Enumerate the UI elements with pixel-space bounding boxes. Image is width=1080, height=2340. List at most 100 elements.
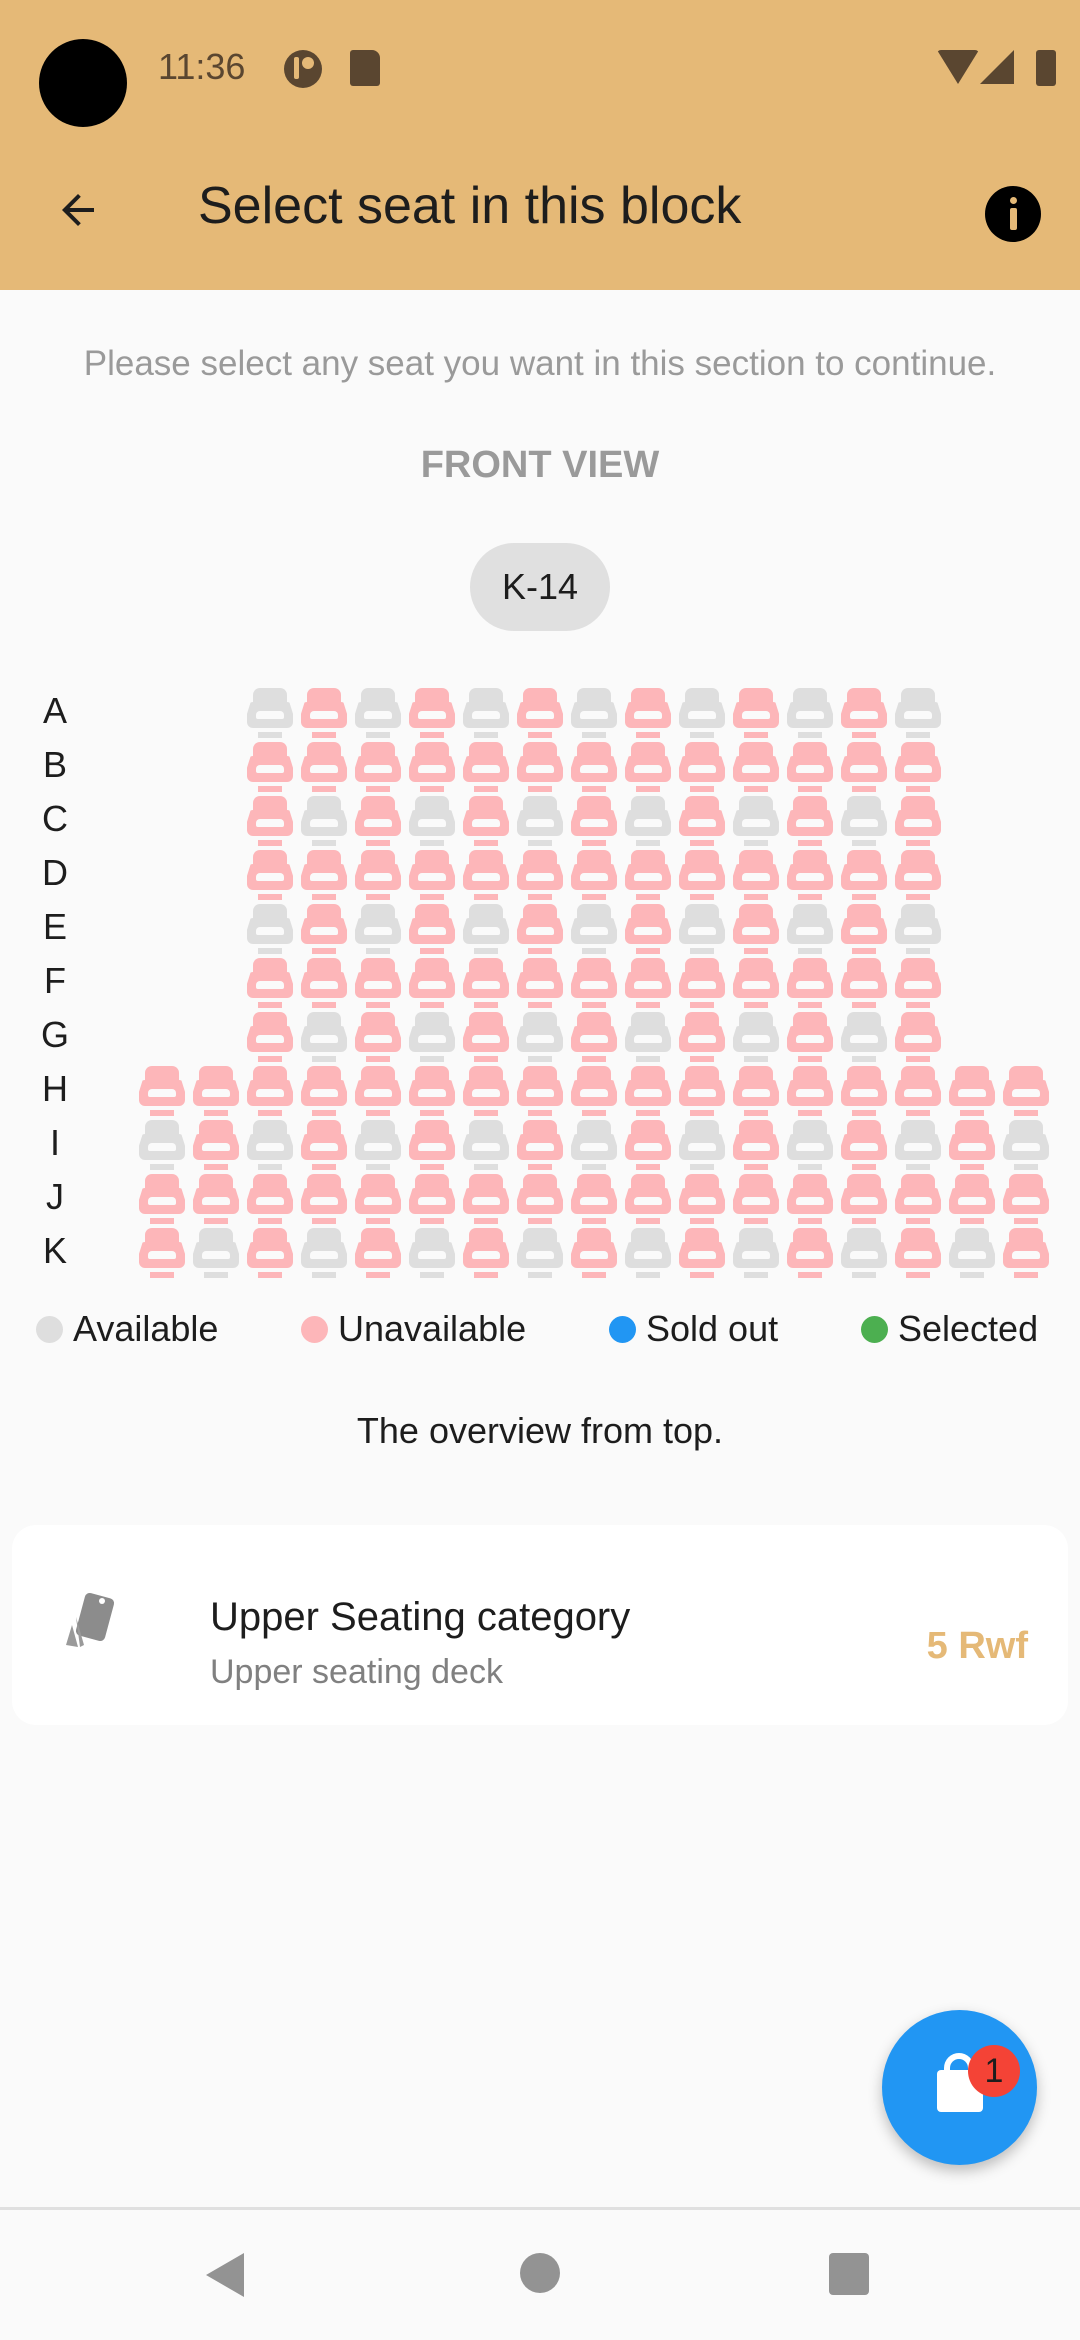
seat-E-9-available[interactable] xyxy=(571,904,617,954)
seat-A-9-available[interactable] xyxy=(571,688,617,738)
seat-H-12-unavailable xyxy=(733,1066,779,1116)
seat-H-3-unavailable xyxy=(247,1066,293,1116)
cart-badge: 1 xyxy=(968,2045,1020,2097)
seat-A-10-unavailable xyxy=(625,688,671,738)
seat-H-10-unavailable xyxy=(625,1066,671,1116)
seat-A-6-unavailable xyxy=(409,688,455,738)
seat-C-7-unavailable xyxy=(463,796,509,846)
seat-I-7-available[interactable] xyxy=(463,1120,509,1170)
nav-home-icon[interactable] xyxy=(520,2253,560,2293)
seat-E-15-available[interactable] xyxy=(895,904,941,954)
seat-K-6-available[interactable] xyxy=(409,1228,455,1278)
seat-B-11-unavailable xyxy=(679,742,725,792)
seat-J-14-unavailable xyxy=(841,1174,887,1224)
category-card[interactable]: Upper Seating category Upper seating dec… xyxy=(12,1525,1068,1725)
seat-J-12-unavailable xyxy=(733,1174,779,1224)
seat-G-8-available[interactable] xyxy=(517,1012,563,1062)
seat-A-11-available[interactable] xyxy=(679,688,725,738)
seat-K-8-available[interactable] xyxy=(517,1228,563,1278)
seat-I-13-available[interactable] xyxy=(787,1120,833,1170)
seat-I-11-available[interactable] xyxy=(679,1120,725,1170)
info-icon[interactable] xyxy=(985,186,1041,242)
seat-B-5-unavailable xyxy=(355,742,401,792)
seat-G-12-available[interactable] xyxy=(733,1012,779,1062)
seat-C-4-available[interactable] xyxy=(301,796,347,846)
seat-D-11-unavailable xyxy=(679,850,725,900)
seat-E-4-unavailable xyxy=(301,904,347,954)
legend-dot-icon xyxy=(36,1315,63,1343)
seat-I-4-unavailable xyxy=(301,1120,347,1170)
seat-C-8-available[interactable] xyxy=(517,796,563,846)
row-label-e: E xyxy=(42,906,67,947)
seat-I-5-available[interactable] xyxy=(355,1120,401,1170)
seat-A-13-available[interactable] xyxy=(787,688,833,738)
seat-K-16-available[interactable] xyxy=(949,1228,995,1278)
seat-C-11-unavailable xyxy=(679,796,725,846)
seat-K-4-available[interactable] xyxy=(301,1228,347,1278)
seat-C-9-unavailable xyxy=(571,796,617,846)
seat-H-13-unavailable xyxy=(787,1066,833,1116)
seat-C-14-available[interactable] xyxy=(841,796,887,846)
seat-K-2-available[interactable] xyxy=(193,1228,239,1278)
seat-I-9-available[interactable] xyxy=(571,1120,617,1170)
seat-B-10-unavailable xyxy=(625,742,671,792)
seat-F-7-unavailable xyxy=(463,958,509,1008)
seat-E-3-available[interactable] xyxy=(247,904,293,954)
seat-A-5-available[interactable] xyxy=(355,688,401,738)
seat-E-13-available[interactable] xyxy=(787,904,833,954)
seat-H-15-unavailable xyxy=(895,1066,941,1116)
seat-I-1-available[interactable] xyxy=(139,1120,185,1170)
seat-B-12-unavailable xyxy=(733,742,779,792)
cart-button[interactable]: 1 xyxy=(882,2010,1037,2165)
seat-F-10-unavailable xyxy=(625,958,671,1008)
seat-A-7-available[interactable] xyxy=(463,688,509,738)
seat-G-10-available[interactable] xyxy=(625,1012,671,1062)
seat-J-16-unavailable xyxy=(949,1174,995,1224)
seat-D-7-unavailable xyxy=(463,850,509,900)
seat-H-17-unavailable xyxy=(1003,1066,1049,1116)
seat-G-14-available[interactable] xyxy=(841,1012,887,1062)
overview-caption: The overview from top. xyxy=(356,1410,724,1451)
row-label-f: F xyxy=(44,960,66,1001)
seat-E-5-available[interactable] xyxy=(355,904,401,954)
seat-G-6-available[interactable] xyxy=(409,1012,455,1062)
category-price: 5 Rwf xyxy=(926,1625,1028,1667)
seat-K-17-unavailable xyxy=(1003,1228,1049,1278)
seat-B-7-unavailable xyxy=(463,742,509,792)
seat-A-3-available[interactable] xyxy=(247,688,293,738)
nav-back-icon[interactable] xyxy=(206,2253,244,2297)
seat-H-1-unavailable xyxy=(139,1066,185,1116)
row-label-h: H xyxy=(42,1068,68,1109)
page-title: Select seat in this block xyxy=(198,177,742,235)
seat-D-14-unavailable xyxy=(841,850,887,900)
seat-B-13-unavailable xyxy=(787,742,833,792)
seat-K-12-available[interactable] xyxy=(733,1228,779,1278)
seat-J-13-unavailable xyxy=(787,1174,833,1224)
seat-E-8-unavailable xyxy=(517,904,563,954)
seat-I-15-available[interactable] xyxy=(895,1120,941,1170)
seat-K-14-available[interactable] xyxy=(841,1228,887,1278)
seat-F-8-unavailable xyxy=(517,958,563,1008)
selected-seat-chip[interactable]: K-14 xyxy=(470,543,610,631)
nav-recents-icon[interactable] xyxy=(829,2253,869,2295)
seat-E-11-available[interactable] xyxy=(679,904,725,954)
seat-I-17-available[interactable] xyxy=(1003,1120,1049,1170)
seat-G-4-available[interactable] xyxy=(301,1012,347,1062)
seat-I-8-unavailable xyxy=(517,1120,563,1170)
seat-C-10-available[interactable] xyxy=(625,796,671,846)
seat-B-9-unavailable xyxy=(571,742,617,792)
row-label-c: C xyxy=(42,798,68,839)
seat-E-6-unavailable xyxy=(409,904,455,954)
seat-I-3-available[interactable] xyxy=(247,1120,293,1170)
seat-B-6-unavailable xyxy=(409,742,455,792)
back-button[interactable] xyxy=(48,180,108,240)
seat-J-17-unavailable xyxy=(1003,1174,1049,1224)
ticket-tags-icon xyxy=(66,1592,115,1647)
seat-J-3-unavailable xyxy=(247,1174,293,1224)
seat-C-12-available[interactable] xyxy=(733,796,779,846)
seat-C-6-available[interactable] xyxy=(409,796,455,846)
seat-A-15-available[interactable] xyxy=(895,688,941,738)
seat-J-8-unavailable xyxy=(517,1174,563,1224)
seat-E-7-available[interactable] xyxy=(463,904,509,954)
seat-K-10-available[interactable] xyxy=(625,1228,671,1278)
